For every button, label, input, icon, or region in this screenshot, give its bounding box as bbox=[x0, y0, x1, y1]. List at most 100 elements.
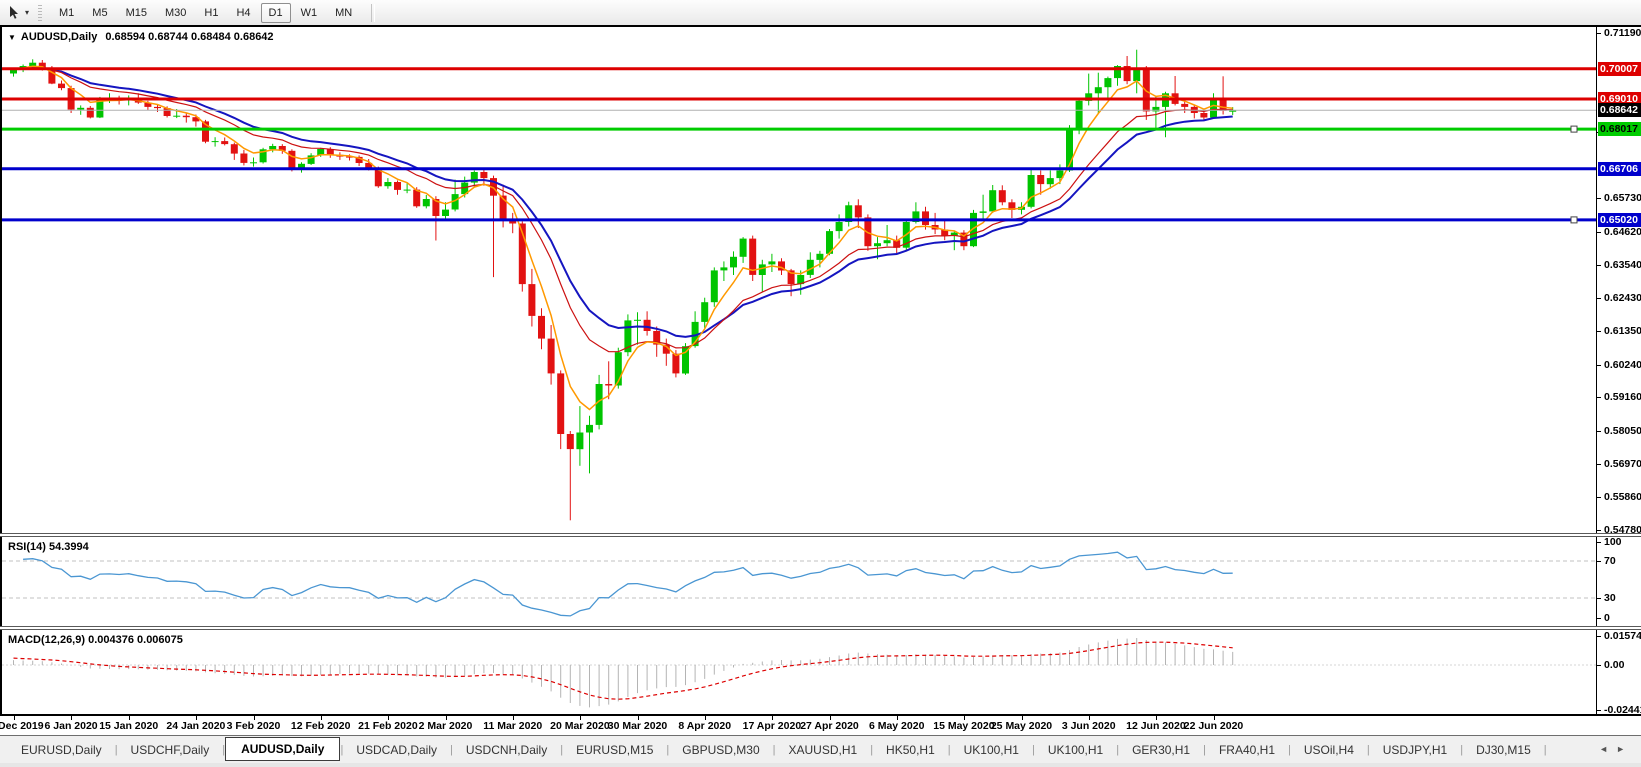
chart-tab-uk100-h1[interactable]: UK100,H1 bbox=[1035, 739, 1116, 761]
timeframe-button-w1[interactable]: W1 bbox=[293, 3, 326, 23]
chart-tab-usdchf-daily[interactable]: USDCHF,Daily bbox=[118, 739, 223, 761]
price-level-badge: 0.68017 bbox=[1598, 122, 1641, 136]
time-axis-label: 15 May 2020 bbox=[933, 720, 994, 732]
timeframe-button-m1[interactable]: M1 bbox=[51, 3, 82, 23]
price-level-badge: 0.68642 bbox=[1598, 103, 1641, 117]
time-axis-label: 6 Jan 2020 bbox=[45, 720, 98, 732]
macd-axis-label-dash bbox=[1597, 710, 1601, 711]
chart-tab-eurusd-m15[interactable]: EURUSD,M15 bbox=[563, 739, 666, 761]
line-drag-handle[interactable] bbox=[1571, 217, 1577, 223]
price-level-badge: 0.70007 bbox=[1598, 62, 1641, 76]
timeframe-button-h4[interactable]: H4 bbox=[228, 3, 258, 23]
rsi-axis-label: 70 bbox=[1604, 555, 1616, 567]
rsi-axis-label-dash bbox=[1597, 542, 1601, 543]
tab-scroll-left-icon[interactable]: ◄ bbox=[1599, 744, 1616, 754]
timeframe-toolbar: M1M5M15M30H1H4D1W1MN bbox=[50, 3, 361, 23]
time-axis-label: 30 Mar 2020 bbox=[608, 720, 668, 732]
time-axis-label: 12 Feb 2020 bbox=[291, 720, 351, 732]
chart-tab-ger30-h1[interactable]: GER30,H1 bbox=[1119, 739, 1203, 761]
timeframe-button-h1[interactable]: H1 bbox=[196, 3, 226, 23]
time-axis-label: 25 May 2020 bbox=[991, 720, 1052, 732]
price-tick-label: 0.56970 bbox=[1604, 458, 1641, 470]
cursor-tool-button[interactable]: ▾ bbox=[4, 3, 32, 22]
rsi-pane-canvas[interactable] bbox=[0, 537, 1641, 626]
top-toolbar: ▾ M1M5M15M30H1H4D1W1MN bbox=[0, 0, 1641, 26]
chart-tab-uk100-h1[interactable]: UK100,H1 bbox=[951, 739, 1032, 761]
price-tick-label: 0.55860 bbox=[1604, 491, 1641, 503]
price-level-badge: 0.66706 bbox=[1598, 162, 1641, 176]
time-axis-label: 27 Apr 2020 bbox=[800, 720, 859, 732]
chart-ohlc-values: 0.68594 0.68744 0.68484 0.68642 bbox=[105, 31, 273, 43]
toolbar-grip[interactable] bbox=[38, 5, 42, 21]
price-tick-label: 0.61350 bbox=[1604, 325, 1641, 337]
time-axis-label: 2 Mar 2020 bbox=[419, 720, 473, 732]
timeframe-button-m15[interactable]: M15 bbox=[118, 3, 155, 23]
price-tick-label-dash bbox=[1597, 464, 1601, 465]
timeframe-button-m30[interactable]: M30 bbox=[157, 3, 194, 23]
chart-tab-usdcad-daily[interactable]: USDCAD,Daily bbox=[343, 739, 450, 761]
price-tick-label-dash bbox=[1597, 397, 1601, 398]
pane-separator-macd[interactable] bbox=[0, 626, 1641, 630]
price-tick-label: 0.64620 bbox=[1604, 226, 1641, 238]
chart-frame-bottom bbox=[0, 714, 1641, 716]
dropdown-arrow-icon: ▾ bbox=[25, 8, 29, 17]
macd-axis-label-dash bbox=[1597, 636, 1601, 637]
tab-scroll-right-icon[interactable]: ► bbox=[1616, 744, 1633, 754]
timeframe-button-mn[interactable]: MN bbox=[327, 3, 360, 23]
chart-tab-hk50-h1[interactable]: HK50,H1 bbox=[873, 739, 948, 761]
rsi-axis-label-dash bbox=[1597, 598, 1601, 599]
chart-tab-gbpusd-m30[interactable]: GBPUSD,M30 bbox=[669, 739, 772, 761]
status-strip bbox=[0, 763, 1641, 767]
timeframe-button-d1[interactable]: D1 bbox=[261, 3, 291, 23]
price-tick-label-dash bbox=[1597, 331, 1601, 332]
collapse-arrow-icon[interactable]: ▼ bbox=[8, 33, 16, 42]
time-axis-label: 21 Feb 2020 bbox=[358, 720, 418, 732]
rsi-axis-label: 0 bbox=[1604, 612, 1610, 624]
chart-tab-audusd-daily[interactable]: AUDUSD,Daily bbox=[225, 737, 340, 761]
chart-tab-dj30-m15[interactable]: DJ30,M15 bbox=[1463, 739, 1544, 761]
chart-tab-bar: EURUSD,Daily|USDCHF,Daily|AUDUSD,Daily|U… bbox=[0, 735, 1641, 764]
main-chart-canvas[interactable] bbox=[0, 27, 1641, 533]
chart-tab-eurusd-daily[interactable]: EURUSD,Daily bbox=[8, 739, 115, 761]
rsi-axis-label-dash bbox=[1597, 618, 1601, 619]
crosshair-cursor-icon bbox=[7, 5, 22, 20]
chart-symbol-period: AUDUSD,Daily bbox=[21, 31, 97, 43]
price-tick-label: 0.62430 bbox=[1604, 292, 1641, 304]
price-tick-label-dash bbox=[1597, 198, 1601, 199]
time-axis-label: 24 Jan 2020 bbox=[166, 720, 225, 732]
chart-tab-xauusd-h1[interactable]: XAUUSD,H1 bbox=[776, 739, 871, 761]
price-tick-label-dash bbox=[1597, 232, 1601, 233]
macd-pane-canvas[interactable] bbox=[0, 630, 1641, 714]
time-axis-label: 8 Apr 2020 bbox=[678, 720, 731, 732]
rsi-axis-label: 100 bbox=[1604, 536, 1622, 548]
price-tick-label-dash bbox=[1597, 33, 1601, 34]
rsi-label: RSI(14) 54.3994 bbox=[8, 541, 89, 553]
pane-separator-rsi[interactable] bbox=[0, 533, 1641, 537]
price-tick-label-dash bbox=[1597, 530, 1601, 531]
macd-label: MACD(12,26,9) 0.004376 0.006075 bbox=[8, 634, 183, 646]
price-tick-label-dash bbox=[1597, 365, 1601, 366]
time-axis-label: 15 Jan 2020 bbox=[99, 720, 158, 732]
time-axis-label: 17 Apr 2020 bbox=[743, 720, 802, 732]
timeframe-button-m5[interactable]: M5 bbox=[84, 3, 115, 23]
chart-tab-usdcnh-daily[interactable]: USDCNH,Daily bbox=[453, 739, 560, 761]
chart-tab-fra40-h1[interactable]: FRA40,H1 bbox=[1206, 739, 1288, 761]
price-tick-label-dash bbox=[1597, 431, 1601, 432]
time-axis-label: 12 Jun 2020 bbox=[1126, 720, 1186, 732]
rsi-axis-label-dash bbox=[1597, 561, 1601, 562]
line-drag-handle[interactable] bbox=[1571, 126, 1577, 132]
macd-axis-label: 0.015741 bbox=[1604, 630, 1641, 642]
price-tick-label-dash bbox=[1597, 265, 1601, 266]
price-level-badge: 0.65020 bbox=[1598, 213, 1641, 227]
macd-axis-label: -0.024412 bbox=[1604, 704, 1641, 716]
price-tick-label-dash bbox=[1597, 298, 1601, 299]
price-tick-label: 0.58050 bbox=[1604, 425, 1641, 437]
toolbar-separator bbox=[371, 4, 375, 22]
time-axis-label: 3 Jun 2020 bbox=[1062, 720, 1116, 732]
macd-axis-label-dash bbox=[1597, 665, 1601, 666]
chart-tab-usdjpy-h1[interactable]: USDJPY,H1 bbox=[1370, 739, 1460, 761]
price-tick-label: 0.59160 bbox=[1604, 391, 1641, 403]
price-tick-label-dash bbox=[1597, 497, 1601, 498]
price-tick-label: 0.71190 bbox=[1604, 27, 1641, 39]
chart-tab-usoil-h4[interactable]: USOil,H4 bbox=[1291, 739, 1367, 761]
